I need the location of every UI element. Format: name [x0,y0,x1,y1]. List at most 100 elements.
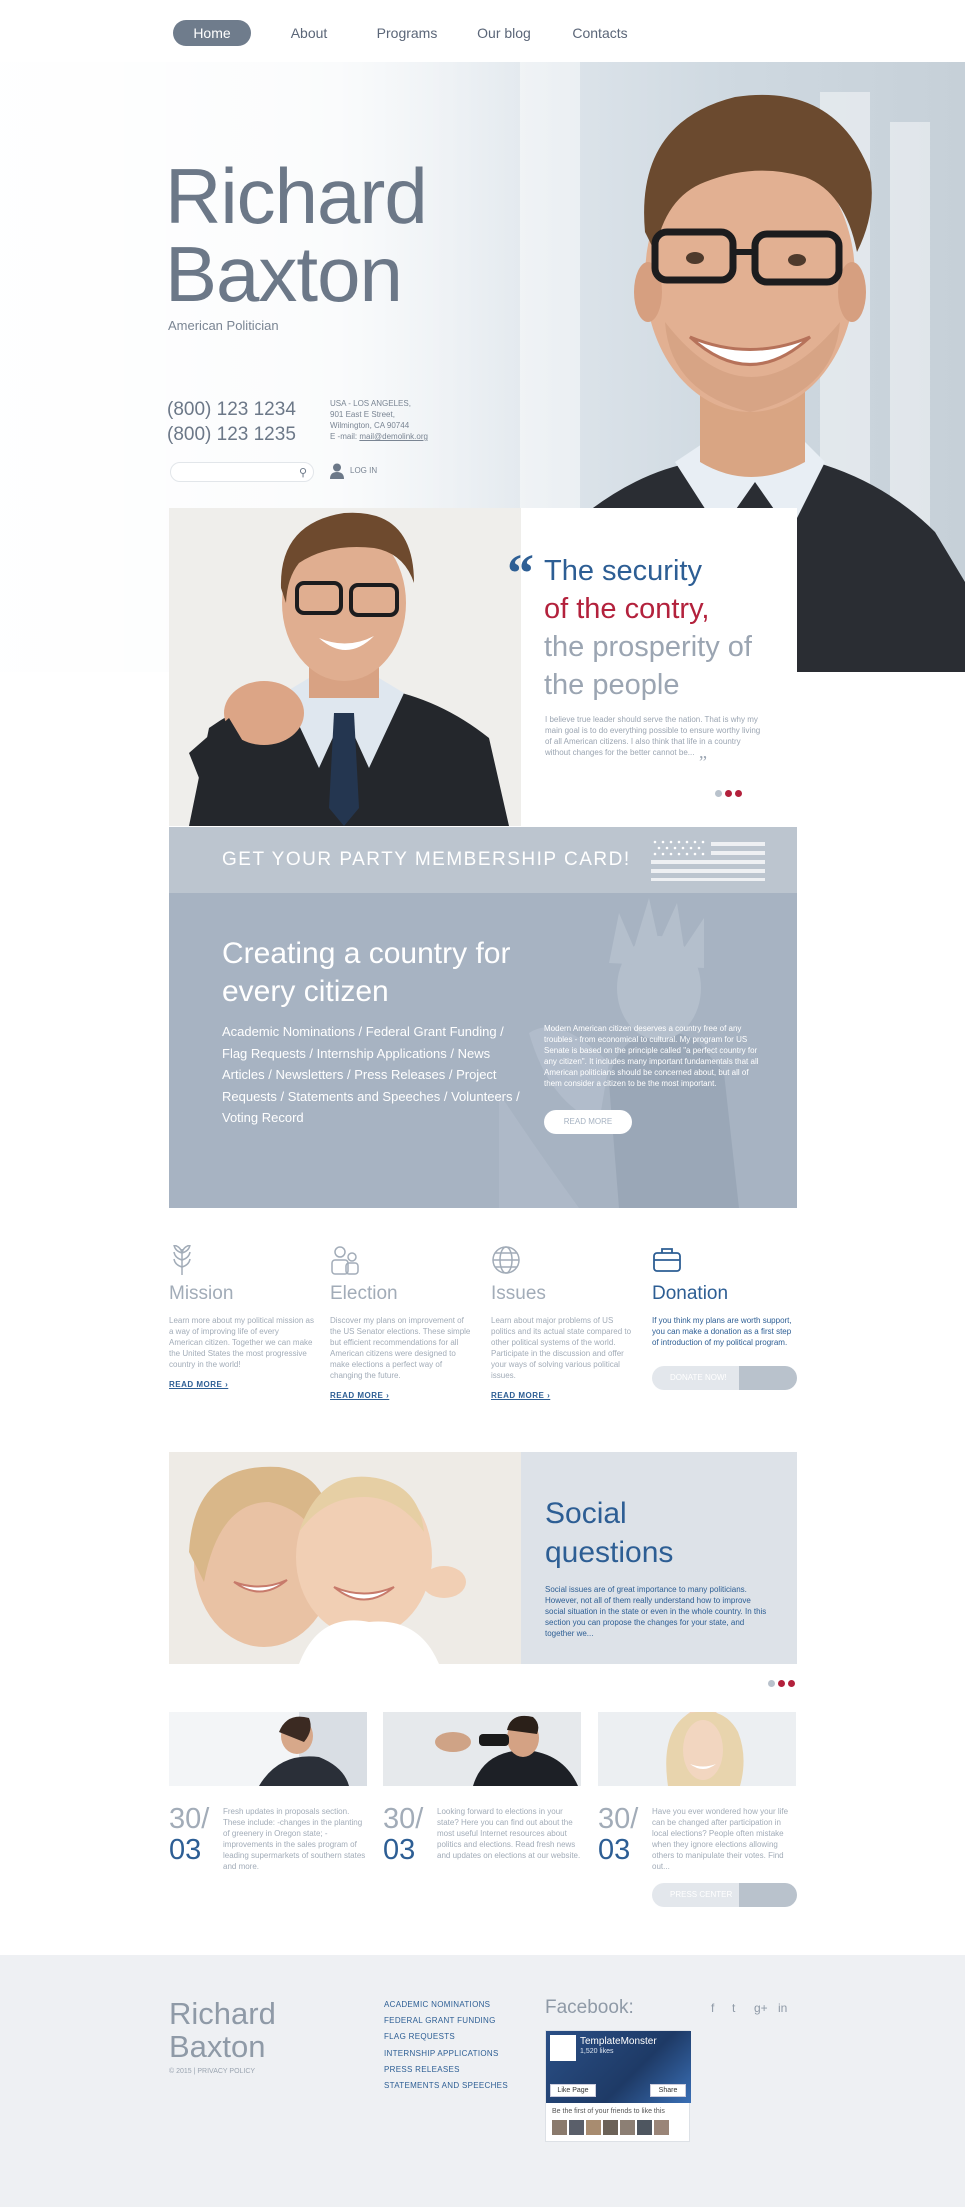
news-thumbnail[interactable] [169,1712,367,1786]
membership-title: GET YOUR PARTY MEMBERSHIP CARD! [222,849,631,870]
feature-donation: Donation If you think my plans are worth… [652,1245,797,1348]
flag-icon [651,840,765,881]
address-line: 901 East E Street, [330,410,395,419]
nav-about[interactable]: About [282,20,336,46]
children-photo [169,1452,521,1664]
footer-link[interactable]: PRESS RELEASES [384,2062,508,2078]
slider-dot[interactable] [778,1680,785,1687]
search-icon[interactable]: ⚲ [299,466,307,479]
news-day: 30/ [598,1803,639,1835]
donate-now-button[interactable]: DONATE NOW! [652,1366,797,1390]
news-month: 03 [598,1834,631,1866]
news-text: Have you ever wondered how your life can… [652,1807,789,1871]
quote-line3: the prosperity of the people [544,631,752,701]
quote-slider-dots [715,784,745,797]
slider-dot[interactable] [725,790,732,797]
fb-like-button[interactable]: Like Page [550,2084,596,2097]
slider-dot[interactable] [735,790,742,797]
quote-line2: of the contry, [544,593,710,625]
slider-dot[interactable] [768,1680,775,1687]
read-more-link[interactable]: READ MORE › [330,1391,475,1400]
nav-home[interactable]: Home [173,20,251,46]
news-item: 30/03 Looking forward to elections in yo… [383,1712,581,1866]
footer-link[interactable]: STATEMENTS AND SPEECHES [384,2078,508,2094]
fb-page-name[interactable]: TemplateMonster [580,2036,657,2047]
facebook-widget[interactable]: TemplateMonster 1,520 likes Like Page Sh… [545,2030,691,2142]
twitter-icon[interactable]: t [732,2001,735,2015]
read-more-link[interactable]: READ MORE › [169,1380,314,1389]
nav-contacts[interactable]: Contacts [566,20,634,46]
read-more-button[interactable]: READ MORE [544,1110,632,1134]
feature-election: Election Discover my plans on improvemen… [330,1245,475,1400]
slider-dot[interactable] [715,790,722,797]
linkedin-icon[interactable]: in [778,2001,787,2015]
address-line: USA - LOS ANGELES, [330,399,411,408]
fb-page-logo [550,2035,576,2061]
news-day: 30/ [169,1803,210,1835]
globe-icon [492,1246,520,1274]
footer-link[interactable]: FLAG REQUESTS [384,2029,508,2045]
news-date: 30/03 [598,1804,638,1866]
phone-numbers: (800) 123 1234 (800) 123 1235 [167,397,296,447]
news-item: 30/03 Fresh updates in proposals section… [169,1712,367,1871]
search-input[interactable]: ⚲ [170,462,314,482]
avatar[interactable] [586,2120,601,2135]
briefcase-icon [653,1248,681,1272]
program-links[interactable]: Academic Nominations / Federal Grant Fun… [222,1021,522,1129]
hero-name-line2: Baxton [165,230,403,318]
footer-link[interactable]: FEDERAL GRANT FUNDING [384,2013,508,2029]
facebook-icon[interactable]: f [711,2001,714,2015]
news-text: Fresh updates in proposals section. Thes… [223,1807,366,1871]
social-title: Social questions [545,1497,674,1569]
footer-link[interactable]: INTERNSHIP APPLICATIONS [384,2046,508,2062]
feature-text: Learn about major problems of US politic… [491,1316,632,1380]
hero-name: Richard Baxton [165,157,428,318]
membership-banner[interactable]: GET YOUR PARTY MEMBERSHIP CARD! [169,827,797,893]
footer-link[interactable]: ACADEMIC NOMINATIONS [384,1997,508,2013]
google-plus-icon[interactable]: g+ [754,2001,768,2015]
phone-1[interactable]: (800) 123 1234 [167,397,296,422]
avatar[interactable] [552,2120,567,2135]
nav-blog[interactable]: Our blog [470,20,538,46]
slider-dot[interactable] [788,1680,795,1687]
wheat-icon [173,1245,191,1275]
login-link[interactable]: LOG IN [330,463,377,479]
user-icon [330,463,344,479]
feature-title: Mission [169,1283,234,1304]
feature-title: Election [330,1283,398,1304]
avatar[interactable] [603,2120,618,2135]
news-thumbnail[interactable] [383,1712,581,1786]
read-more-link[interactable]: READ MORE › [491,1391,636,1400]
email-link[interactable]: mail@demolink.org [359,432,428,441]
quote-body: I believe true leader should serve the n… [545,715,761,757]
fb-share-button[interactable]: Share [650,2084,686,2097]
address-block: USA - LOS ANGELES, 901 East E Street, Wi… [330,398,428,442]
news-text: Looking forward to elections in your sta… [437,1807,581,1860]
footer-copyright[interactable]: © 2015 | PRIVACY POLICY [169,2068,255,2075]
feature-title: Issues [491,1283,546,1304]
fb-friend-avatars [552,2120,671,2136]
phone-2[interactable]: (800) 123 1235 [167,422,296,447]
press-center-button[interactable]: PRESS CENTER [652,1883,797,1907]
avatar[interactable] [569,2120,584,2135]
nav-programs[interactable]: Programs [370,20,444,46]
quote-open-mark: “ [507,543,534,603]
facebook-title: Facebook: [545,1997,634,2018]
feature-text: Discover my plans on improvement of the … [330,1316,471,1380]
creating-text: Modern American citizen deserves a count… [544,1024,759,1088]
avatar[interactable] [637,2120,652,2135]
top-nav: Home About Programs Our blog Contacts [0,0,965,62]
fb-friends-text: Be the first of your friends to like thi… [552,2108,665,2115]
pointing-man-photo [169,508,521,826]
social-questions-section: Social questions Social issues are of gr… [169,1452,797,1664]
footer-name[interactable]: Richard Baxton [169,1997,276,2063]
avatar[interactable] [620,2120,635,2135]
footer-name-line2: Baxton [169,2029,266,2064]
address-line: Wilmington, CA 90744 [330,421,410,430]
creating-title: Creating a country for every citizen [222,937,511,1008]
footer-links: ACADEMIC NOMINATIONS FEDERAL GRANT FUNDI… [384,1997,508,2094]
avatar[interactable] [654,2120,669,2135]
fb-likes: 1,520 likes [580,2048,614,2055]
news-thumbnail[interactable] [598,1708,796,1786]
feature-text: If you think my plans are worth support,… [652,1316,792,1347]
